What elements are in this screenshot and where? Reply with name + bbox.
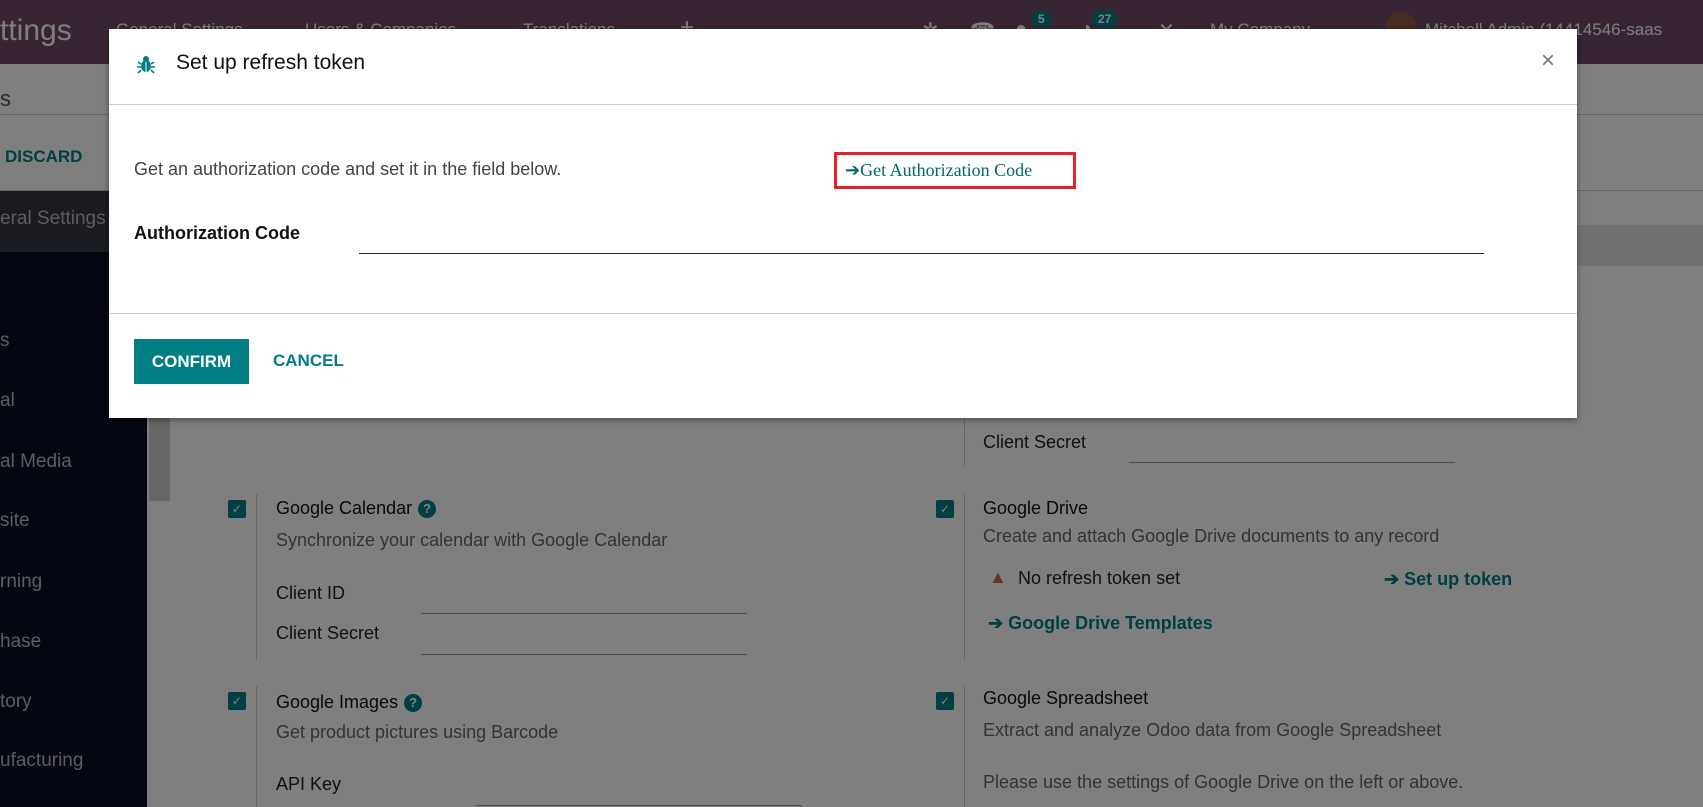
setup-refresh-token-dialog: Set up refresh token × Get an authorizat…: [109, 29, 1577, 418]
dialog-intro-text: Get an authorization code and set it in …: [134, 159, 562, 179]
bug-icon: [137, 56, 155, 74]
confirm-button[interactable]: CONFIRM: [134, 339, 249, 384]
get-authorization-code-link[interactable]: ➔Get Authorization Code: [845, 160, 1032, 181]
authorization-code-label: Authorization Code: [134, 223, 300, 243]
close-icon[interactable]: ×: [1541, 47, 1555, 75]
cancel-button[interactable]: CANCEL: [273, 351, 344, 371]
authorization-code-input[interactable]: [359, 229, 1484, 254]
dialog-title: Set up refresh token: [176, 51, 366, 74]
highlight-box: ➔Get Authorization Code: [834, 152, 1076, 189]
